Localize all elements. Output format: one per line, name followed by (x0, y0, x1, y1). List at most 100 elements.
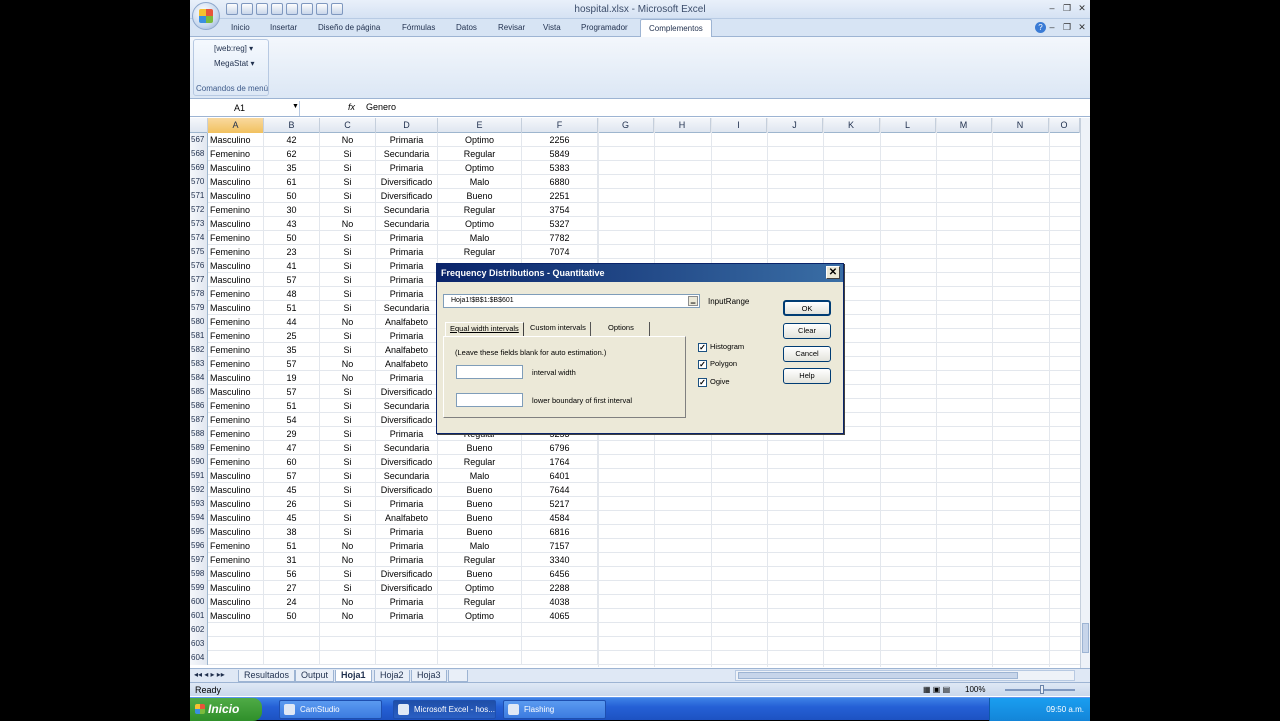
cell[interactable]: 56 (264, 567, 320, 581)
column-header[interactable]: E (438, 118, 522, 133)
cell[interactable]: Si (320, 343, 376, 357)
cell[interactable]: 60 (264, 455, 320, 469)
row-header[interactable]: 602 (190, 623, 208, 637)
cell[interactable]: Masculino (208, 525, 264, 539)
cell[interactable]: Bueno (438, 483, 522, 497)
taskbar-item-excel[interactable]: Microsoft Excel - hos... (393, 700, 496, 719)
cell[interactable]: Masculino (208, 217, 264, 231)
cell[interactable]: Bueno (438, 189, 522, 203)
cell[interactable] (522, 637, 598, 651)
office-button[interactable] (192, 2, 220, 30)
cell[interactable]: Bueno (438, 497, 522, 511)
sheet-tab-hoja1[interactable]: Hoja1 (335, 670, 372, 682)
cell[interactable]: 57 (264, 273, 320, 287)
row-header[interactable]: 572 (190, 203, 208, 217)
sheet-tab-hoja3[interactable]: Hoja3 (411, 670, 447, 682)
cell[interactable]: Si (320, 147, 376, 161)
cell[interactable]: Femenino (208, 357, 264, 371)
cell[interactable]: Femenino (208, 539, 264, 553)
tab-custom-intervals[interactable]: Custom intervals (526, 322, 591, 336)
row-header[interactable]: 587 (190, 413, 208, 427)
cell[interactable]: Regular (438, 455, 522, 469)
cell[interactable] (208, 651, 264, 665)
cell[interactable]: Secundaria (376, 441, 438, 455)
cell[interactable]: Regular (438, 203, 522, 217)
row-header[interactable]: 584 (190, 371, 208, 385)
cell[interactable]: Masculino (208, 469, 264, 483)
cell[interactable]: 2288 (522, 581, 598, 595)
cell[interactable]: 4065 (522, 609, 598, 623)
cell[interactable]: Si (320, 455, 376, 469)
select-all-corner[interactable] (190, 118, 208, 133)
row-header[interactable]: 576 (190, 259, 208, 273)
cell[interactable]: 3340 (522, 553, 598, 567)
cell[interactable] (264, 623, 320, 637)
cell[interactable]: Primaria (376, 273, 438, 287)
row-header[interactable]: 590 (190, 455, 208, 469)
column-header[interactable]: J (767, 118, 823, 133)
cell[interactable]: 1764 (522, 455, 598, 469)
cell[interactable]: Bueno (438, 525, 522, 539)
cell[interactable]: Si (320, 525, 376, 539)
cell[interactable]: Malo (438, 469, 522, 483)
row-header[interactable]: 601 (190, 609, 208, 623)
cell[interactable]: 51 (264, 399, 320, 413)
row-header[interactable]: 570 (190, 175, 208, 189)
cell[interactable]: Femenino (208, 399, 264, 413)
cell[interactable]: Femenino (208, 413, 264, 427)
cell[interactable]: Masculino (208, 259, 264, 273)
tab-vista[interactable]: Vista (543, 23, 561, 32)
row-header[interactable]: 597 (190, 553, 208, 567)
cell[interactable]: 57 (264, 357, 320, 371)
cell[interactable]: 54 (264, 413, 320, 427)
column-header[interactable]: N (992, 118, 1049, 133)
cell[interactable] (438, 651, 522, 665)
cell[interactable]: Si (320, 259, 376, 273)
cell[interactable] (376, 637, 438, 651)
row-header[interactable]: 568 (190, 147, 208, 161)
zoom-slider-knob[interactable] (1040, 685, 1044, 694)
cell[interactable]: Si (320, 441, 376, 455)
column-header[interactable]: M (936, 118, 992, 133)
cell[interactable]: Analfabeto (376, 357, 438, 371)
row-header[interactable]: 575 (190, 245, 208, 259)
cell[interactable]: No (320, 371, 376, 385)
cell[interactable]: 57 (264, 385, 320, 399)
restore-button[interactable]: ❐ (1060, 3, 1074, 14)
row-header[interactable]: 592 (190, 483, 208, 497)
cell[interactable]: Regular (438, 245, 522, 259)
cell[interactable]: Si (320, 399, 376, 413)
cell[interactable] (264, 651, 320, 665)
function-icon[interactable]: fx (348, 102, 355, 112)
cell[interactable]: Masculino (208, 133, 264, 147)
cell[interactable]: No (320, 539, 376, 553)
cell[interactable]: 2251 (522, 189, 598, 203)
cell[interactable]: 51 (264, 539, 320, 553)
cell[interactable]: No (320, 315, 376, 329)
cell[interactable]: Femenino (208, 287, 264, 301)
cell[interactable]: Femenino (208, 315, 264, 329)
cell[interactable]: 6401 (522, 469, 598, 483)
row-header[interactable]: 577 (190, 273, 208, 287)
cell[interactable]: Femenino (208, 455, 264, 469)
cell[interactable]: 25 (264, 329, 320, 343)
cell[interactable]: Primaria (376, 371, 438, 385)
cell[interactable]: Secundaria (376, 399, 438, 413)
cell[interactable]: 45 (264, 511, 320, 525)
cell[interactable] (438, 623, 522, 637)
cell[interactable] (438, 637, 522, 651)
cell[interactable]: Primaria (376, 427, 438, 441)
cell[interactable]: 6456 (522, 567, 598, 581)
cell[interactable]: 44 (264, 315, 320, 329)
column-header[interactable]: H (654, 118, 711, 133)
cell[interactable]: 45 (264, 483, 320, 497)
cell[interactable]: Primaria (376, 133, 438, 147)
tab-formulas[interactable]: Fórmulas (402, 23, 435, 32)
cancel-button[interactable]: Cancel (783, 346, 831, 362)
close-button[interactable]: ✕ (1075, 3, 1089, 14)
column-header[interactable]: F (522, 118, 598, 133)
cell[interactable]: Masculino (208, 175, 264, 189)
row-header[interactable]: 594 (190, 511, 208, 525)
name-box[interactable]: A1 (190, 101, 300, 116)
cell[interactable]: Diversificado (376, 189, 438, 203)
